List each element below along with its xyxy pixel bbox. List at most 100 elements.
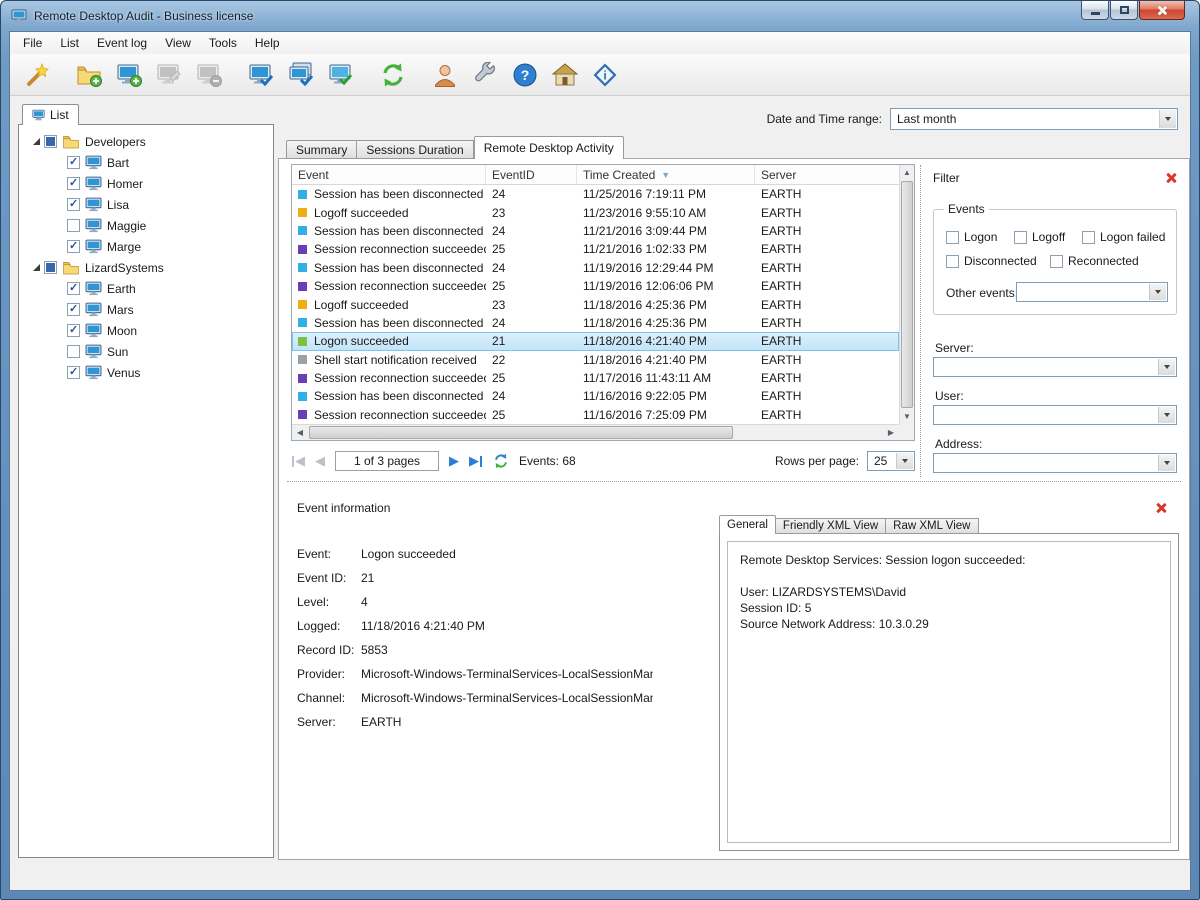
wizard-icon[interactable]: [20, 58, 54, 92]
checkbox-logon-failed[interactable]: Logon failed: [1082, 230, 1165, 244]
tab-remote-desktop-activity[interactable]: Remote Desktop Activity: [473, 136, 624, 159]
checkbox-logon[interactable]: Logon: [946, 230, 997, 244]
column-header-event[interactable]: Event: [292, 165, 486, 184]
check-computer-icon[interactable]: [244, 58, 278, 92]
about-info-icon[interactable]: i: [588, 58, 622, 92]
settings-wrench-icon[interactable]: [468, 58, 502, 92]
table-row[interactable]: Session has been disconnected 24 11/21/201…: [292, 222, 899, 240]
add-computer-icon[interactable]: [112, 58, 146, 92]
horizontal-scrollbar[interactable]: ◀ ▶: [292, 424, 899, 440]
tree-item-venus[interactable]: Venus: [19, 362, 273, 383]
checkbox[interactable]: [67, 302, 80, 316]
remove-computer-icon[interactable]: [192, 58, 226, 92]
checkbox[interactable]: [67, 155, 80, 169]
check-computers-icon[interactable]: [284, 58, 318, 92]
home-icon[interactable]: [548, 58, 582, 92]
table-row[interactable]: Session has been disconnected 24 11/16/201…: [292, 387, 899, 405]
menu-help[interactable]: Help: [246, 33, 289, 53]
checkbox[interactable]: [67, 323, 80, 337]
page-indicator[interactable]: 1 of 3 pages: [335, 451, 439, 471]
expand-icon[interactable]: [33, 138, 40, 145]
close-filter-icon[interactable]: [1165, 172, 1177, 184]
checkbox[interactable]: [67, 176, 80, 190]
rows-per-page-select[interactable]: 25: [867, 451, 915, 471]
table-row[interactable]: Session has been disconnected 24 11/19/201…: [292, 259, 899, 277]
checkbox[interactable]: [67, 365, 80, 379]
other-events-select[interactable]: [1016, 282, 1168, 302]
table-row[interactable]: Session reconnection succeeded 25 11/21/20…: [292, 240, 899, 258]
checkbox[interactable]: [67, 239, 80, 253]
tree-item-lisa[interactable]: Lisa: [19, 194, 273, 215]
tab-list[interactable]: List: [22, 104, 79, 125]
check-all-computers-icon[interactable]: [324, 58, 358, 92]
scroll-left-icon[interactable]: ◀: [292, 425, 308, 440]
users-icon[interactable]: [428, 58, 462, 92]
tree-item-homer[interactable]: Homer: [19, 173, 273, 194]
tree-item-sun[interactable]: Sun: [19, 341, 273, 362]
tree-item-earth[interactable]: Earth: [19, 278, 273, 299]
edit-computer-icon[interactable]: [152, 58, 186, 92]
tree-item-marge[interactable]: Marge: [19, 236, 273, 257]
vertical-scrollbar[interactable]: ▲ ▼: [899, 165, 914, 424]
table-row[interactable]: Logoff succeeded 23 11/18/2016 4:25:36 PM E…: [292, 295, 899, 313]
prev-page-button[interactable]: ◀: [315, 453, 325, 469]
checkbox-reconnected[interactable]: Reconnected: [1050, 254, 1139, 268]
minimize-button[interactable]: [1081, 1, 1109, 20]
checkbox[interactable]: [67, 197, 80, 211]
address-filter-select[interactable]: [933, 453, 1177, 473]
first-page-button[interactable]: ◀: [291, 453, 305, 469]
next-page-button[interactable]: ▶: [449, 453, 459, 469]
tab-friendly-xml-view[interactable]: Friendly XML View: [775, 518, 887, 534]
column-header-time-created[interactable]: Time Created ▼: [577, 165, 755, 184]
menu-tools[interactable]: Tools: [200, 33, 246, 53]
table-row[interactable]: Session has been disconnected 24 11/25/201…: [292, 185, 899, 203]
table-row[interactable]: Session reconnection succeeded 25 11/19/20…: [292, 277, 899, 295]
vertical-splitter[interactable]: [920, 165, 921, 477]
tree-item-moon[interactable]: Moon: [19, 320, 273, 341]
table-row[interactable]: Session has been disconnected 24 11/18/201…: [292, 314, 899, 332]
table-row-selected[interactable]: Logon succeeded 21 11/18/2016 4:21:40 PM EA…: [292, 332, 899, 351]
menu-view[interactable]: View: [156, 33, 200, 53]
tree-item-maggie[interactable]: Maggie: [19, 215, 273, 236]
date-range-select[interactable]: Last month: [890, 108, 1178, 130]
refresh-page-button[interactable]: [493, 453, 509, 469]
horizontal-splitter[interactable]: [287, 481, 1181, 482]
tab-summary[interactable]: Summary: [286, 140, 358, 159]
menu-event-log[interactable]: Event log: [88, 33, 156, 53]
vertical-scroll-thumb[interactable]: [901, 181, 913, 408]
close-event-info-icon[interactable]: [1155, 502, 1167, 514]
server-filter-select[interactable]: [933, 357, 1177, 377]
add-group-icon[interactable]: [72, 58, 106, 92]
table-row[interactable]: Logoff succeeded 23 11/23/2016 9:55:10 AM E…: [292, 203, 899, 221]
scroll-up-icon[interactable]: ▲: [900, 165, 914, 180]
horizontal-scroll-thumb[interactable]: [309, 426, 733, 439]
checkbox[interactable]: [44, 261, 57, 274]
last-page-button[interactable]: ▶: [469, 453, 483, 469]
tree-item-bart[interactable]: Bart: [19, 152, 273, 173]
column-header-server[interactable]: Server: [755, 165, 914, 184]
expand-icon[interactable]: [33, 264, 40, 271]
help-icon[interactable]: ?: [508, 58, 542, 92]
checkbox-disconnected[interactable]: Disconnected: [946, 254, 1037, 268]
tab-sessions-duration[interactable]: Sessions Duration: [357, 140, 474, 159]
tree-group-lizardsystems[interactable]: LizardSystems: [19, 257, 273, 278]
column-header-eventid[interactable]: EventID: [486, 165, 577, 184]
checkbox[interactable]: [67, 345, 80, 358]
menu-file[interactable]: File: [14, 33, 51, 53]
table-row[interactable]: Shell start notification received 22 11/18…: [292, 351, 899, 369]
refresh-icon[interactable]: [376, 58, 410, 92]
close-button[interactable]: [1139, 1, 1185, 20]
checkbox[interactable]: [44, 135, 57, 148]
checkbox[interactable]: [67, 281, 80, 295]
scroll-down-icon[interactable]: ▼: [900, 409, 914, 424]
checkbox[interactable]: [67, 219, 80, 232]
tree-group-developers[interactable]: Developers: [19, 131, 273, 152]
tab-general[interactable]: General: [719, 515, 776, 534]
menu-list[interactable]: List: [51, 33, 88, 53]
user-filter-select[interactable]: [933, 405, 1177, 425]
table-row[interactable]: Session reconnection succeeded 25 11/17/20…: [292, 369, 899, 387]
table-row[interactable]: Session reconnection succeeded 25 11/16/20…: [292, 406, 899, 424]
tab-raw-xml-view[interactable]: Raw XML View: [886, 518, 979, 534]
tree-item-mars[interactable]: Mars: [19, 299, 273, 320]
scroll-right-icon[interactable]: ▶: [883, 425, 899, 440]
